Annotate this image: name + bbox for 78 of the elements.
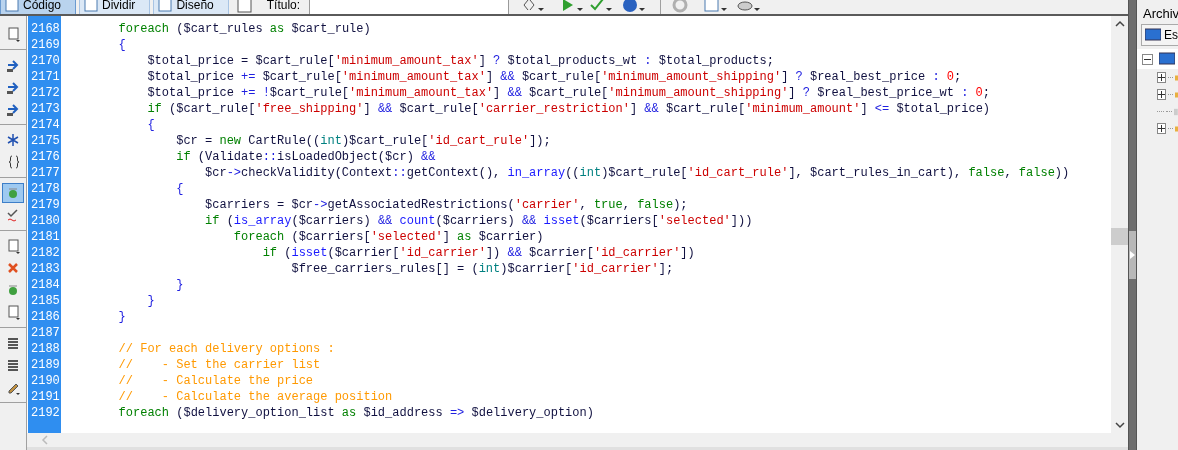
expand-arrow-icon[interactable]	[1130, 251, 1135, 259]
title-field[interactable]	[309, 0, 510, 14]
line-number: 2173	[31, 101, 60, 117]
code-line: if (isset($carrier['id_carrier']) && $carrier['id_carrier'])	[261, 245, 695, 261]
expand-toggle[interactable]	[1157, 72, 1166, 83]
line-number: 2188	[31, 341, 60, 357]
code-line: if ($cart_rule['free_shipping'] && $cart_rule['carrier_restriction'] && $cart_rule['minimum_amount'] <= $total_price)	[146, 101, 991, 117]
line-number: 2185	[31, 293, 60, 309]
view-button[interactable]: Diseño	[153, 0, 229, 14]
monitor-icon	[1159, 52, 1175, 66]
expand-toggle[interactable]	[1157, 89, 1166, 100]
line-number: 2183	[31, 261, 60, 277]
code-line: foreach ($carriers['selected'] as $carrier)	[232, 229, 544, 245]
page-icon	[158, 0, 173, 12]
scroll-thumb[interactable]	[1111, 228, 1128, 245]
view-button[interactable]: Código	[0, 0, 77, 14]
plus-icon	[1158, 125, 1165, 132]
line-number: 2168	[31, 21, 60, 37]
line-number: 2186	[31, 309, 60, 325]
line-number: 2184	[31, 277, 60, 293]
code-line: }	[146, 293, 155, 309]
code-line: // - Set the carrier list	[117, 357, 321, 373]
code-line: // - Calculate the average position	[117, 389, 393, 405]
line-number: 2191	[31, 389, 60, 405]
line-number: 2171	[31, 69, 60, 85]
code-line: if (Validate::isLoadedObject($cr) &&	[175, 149, 436, 165]
line-number: 2181	[31, 229, 60, 245]
line-number: 2176	[31, 149, 60, 165]
monitor-icon	[1145, 28, 1161, 42]
code-line: $cr->checkValidity(Context::getContext(), in_array((int)$cart_rule['id_cart_rule'], $cart_rules_in_cart), false, false))	[204, 165, 1070, 181]
page-icon	[84, 0, 99, 12]
panel-splitter[interactable]	[1128, 0, 1137, 450]
line-number: 2182	[31, 245, 60, 261]
scroll-up-icon[interactable]	[1114, 20, 1125, 28]
code-line: {	[146, 117, 155, 133]
line-number: 2172	[31, 85, 60, 101]
code-line: // For each delivery options :	[117, 341, 335, 357]
code-line: {	[175, 181, 184, 197]
code-line: if (is_array($carriers) && count($carriers) && isset($carriers['selected']))	[204, 213, 753, 229]
gem-icon[interactable]	[2, 183, 24, 203]
code-line: $cr = new CartRule((int)$cart_rule['id_cart_rule']);	[175, 133, 551, 149]
site-select[interactable]: Es	[1141, 24, 1178, 46]
page-icon	[5, 0, 19, 12]
line-number: 2192	[31, 405, 60, 421]
line-number: 2178	[31, 181, 60, 197]
line-number: 2174	[31, 117, 60, 133]
code-line: }	[117, 309, 126, 325]
page-icon[interactable]	[235, 0, 254, 14]
code-line: $total_price += !$cart_rule['minimum_amount_tax'] && $cart_rule['minimum_amount_shipping'] ? $real_best_price_wt : 0;	[146, 85, 990, 101]
title-label: Título:	[266, 0, 301, 14]
code-line: // - Calculate the price	[117, 373, 314, 389]
code-line: $total_price = $cart_rule['minimum_amount_tax'] ? $total_products_wt : $total_products;	[146, 53, 774, 69]
line-number: 2169	[31, 37, 60, 53]
line-number: 2180	[31, 213, 60, 229]
window-icon[interactable]	[703, 0, 730, 14]
line-number: 2189	[31, 357, 60, 373]
vertical-scrollbar[interactable]	[1111, 16, 1128, 433]
code-line: $carriers = $cr->getAssociatedRestrictions('carrier', true, false);	[204, 197, 688, 213]
line-number: 2179	[31, 197, 60, 213]
scroll-down-icon[interactable]	[1114, 421, 1125, 429]
plus-icon	[1158, 74, 1165, 81]
line-number: 2187	[31, 325, 60, 341]
code-line: foreach ($cart_rules as $cart_rule)	[117, 21, 371, 37]
line-number: 2177	[31, 165, 60, 181]
line-number: 2175	[31, 133, 60, 149]
plus-icon	[1158, 91, 1165, 98]
code-line: }	[175, 277, 184, 293]
horizontal-scrollbar[interactable]	[27, 433, 1128, 450]
code-line: $free_carriers_rules[] = (int)$carrier['id_carrier'];	[290, 261, 674, 277]
expand-toggle[interactable]	[1157, 123, 1166, 134]
check-icon[interactable]	[588, 0, 615, 14]
view-button[interactable]: Dividir	[79, 0, 151, 14]
collapse-toggle[interactable]	[1142, 53, 1153, 65]
code-line: $total_price += $cart_rule['minimum_amount_tax'] && $cart_rule['minimum_amount_shipping'] ? $real_best_price : 0;	[146, 69, 962, 85]
code-line: foreach ($delivery_option_list as $id_address => $delivery_option)	[117, 405, 594, 421]
code-line: {	[117, 37, 126, 53]
line-number: 2170	[31, 53, 60, 69]
line-number: 2190	[31, 373, 60, 389]
